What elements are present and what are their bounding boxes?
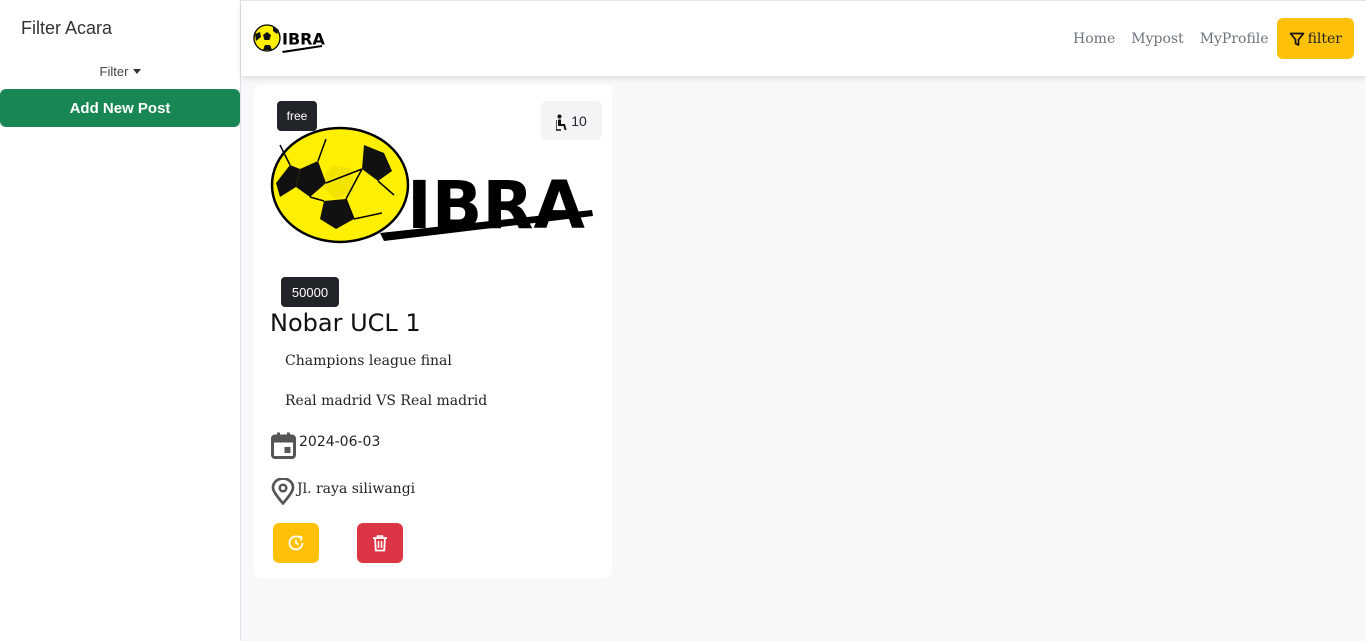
person-seat-icon: [556, 114, 567, 131]
price-badge: 50000: [281, 277, 339, 307]
capacity-value: 10: [571, 112, 587, 129]
edit-post-button[interactable]: [273, 523, 319, 563]
filter-dropdown-toggle[interactable]: Filter: [0, 64, 241, 79]
nav-link-home[interactable]: Home: [1073, 31, 1115, 47]
filter-dropdown-label: Filter: [99, 64, 129, 79]
nav-link-myprofile[interactable]: MyProfile: [1200, 31, 1269, 47]
post-description: Champions league final: [285, 353, 452, 369]
nav-menu: Home Mypost MyProfile filter: [1073, 18, 1354, 59]
post-match: Real madrid VS Real madrid: [285, 393, 488, 409]
filter-button[interactable]: filter: [1276, 18, 1354, 59]
sidebar-title: Filter Acara: [21, 18, 113, 38]
brand-logo[interactable]: IBRA: [253, 22, 325, 54]
nav-link-mypost[interactable]: Mypost: [1131, 31, 1183, 47]
top-navbar: IBRA Home Mypost MyProfile filter: [241, 0, 1366, 76]
post-image-logo: IBRA: [270, 126, 593, 244]
filter-button-label: filter: [1307, 30, 1342, 47]
trash-icon: [373, 535, 387, 552]
clock-refresh-icon: [288, 535, 304, 551]
event-location: Jl. raya siliwangi: [297, 481, 416, 497]
event-date-row: 2024-06-03: [271, 432, 380, 459]
location-pin-icon: [271, 478, 295, 505]
event-location-row: Jl. raya siliwangi: [271, 478, 415, 505]
filter-icon: [1289, 32, 1304, 46]
post-title: Nobar UCL 1: [270, 309, 421, 337]
free-badge: free: [277, 101, 317, 131]
add-new-post-button[interactable]: Add New Post: [0, 89, 240, 127]
event-date: 2024-06-03: [299, 434, 381, 450]
calendar-icon: [271, 432, 296, 459]
capacity-indicator: 10: [541, 101, 602, 140]
sidebar: Filter Acara Filter Add New Post: [0, 0, 241, 641]
caret-down-icon: [133, 69, 142, 75]
delete-post-button[interactable]: [357, 523, 403, 563]
post-card: IBRA free 10 50000 Nobar UCL 1 Champions…: [254, 85, 612, 578]
